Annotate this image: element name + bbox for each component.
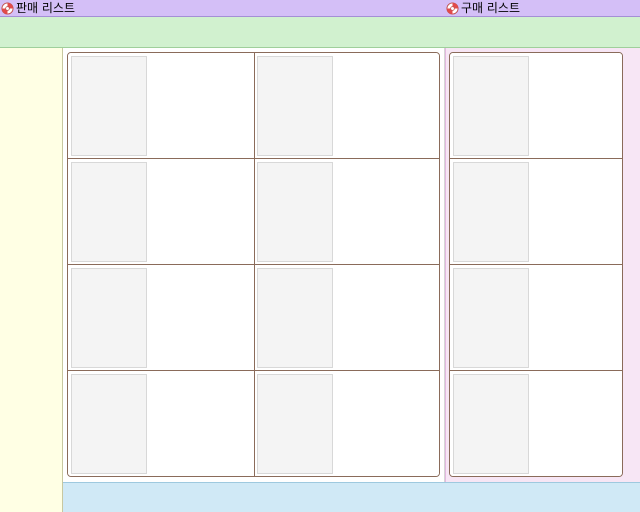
buy-list-title[interactable]: 구매 리스트 <box>446 0 520 16</box>
sell-list-title[interactable]: 판매 리스트 <box>1 0 75 16</box>
buy-list-grid <box>449 52 623 477</box>
item-thumbnail <box>453 56 529 156</box>
buy-slot[interactable] <box>450 265 622 371</box>
sell-slot[interactable] <box>68 371 254 476</box>
left-sidebar <box>0 48 63 512</box>
item-thumbnail <box>71 56 147 156</box>
item-thumbnail <box>71 162 147 262</box>
sell-slot[interactable] <box>68 159 254 265</box>
sell-slot[interactable] <box>254 265 439 371</box>
sell-slot[interactable] <box>68 53 254 159</box>
item-thumbnail <box>453 268 529 368</box>
item-thumbnail <box>453 374 529 474</box>
toolbar-strip <box>0 17 640 48</box>
grid-divider <box>450 370 622 371</box>
lifebuoy-icon <box>1 1 14 15</box>
item-thumbnail <box>257 374 333 474</box>
sell-list-grid <box>67 52 440 477</box>
buy-slot[interactable] <box>450 53 622 159</box>
grid-divider <box>450 158 622 159</box>
buy-slot[interactable] <box>450 159 622 265</box>
sell-slot[interactable] <box>254 371 439 476</box>
grid-divider <box>254 53 255 476</box>
item-thumbnail <box>257 268 333 368</box>
title-bar: 판매 리스트 구매 리스트 <box>0 0 640 17</box>
item-thumbnail <box>257 162 333 262</box>
bottom-status-bar <box>63 482 640 512</box>
sell-slot[interactable] <box>68 265 254 371</box>
buy-list-label: 구매 리스트 <box>461 1 521 15</box>
item-thumbnail <box>71 374 147 474</box>
item-thumbnail <box>453 162 529 262</box>
buy-slot[interactable] <box>450 371 622 476</box>
grid-divider <box>450 264 622 265</box>
item-thumbnail <box>257 56 333 156</box>
sell-slot[interactable] <box>254 53 439 159</box>
item-thumbnail <box>71 268 147 368</box>
sell-list-label: 판매 리스트 <box>16 1 76 15</box>
sell-slot[interactable] <box>254 159 439 265</box>
lifebuoy-icon <box>446 1 459 15</box>
